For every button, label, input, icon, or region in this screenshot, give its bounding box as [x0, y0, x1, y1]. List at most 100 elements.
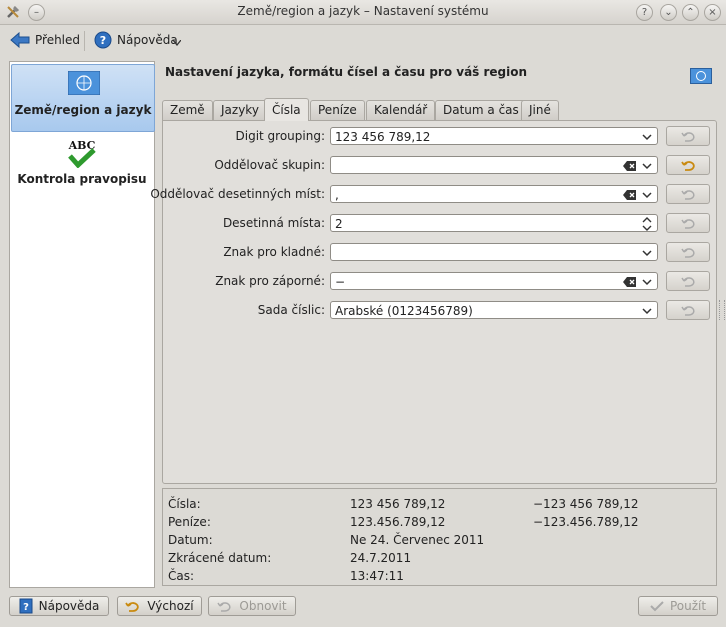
sidebar: Země/region a jazyk ABC Kontrola pravopi… — [9, 61, 155, 588]
apply-button-label: Použít — [669, 599, 707, 613]
chevron-down-icon — [642, 250, 652, 257]
chevron-down-icon — [642, 279, 652, 286]
apply-button[interactable]: Použít — [638, 596, 718, 616]
svg-text:?: ? — [100, 34, 106, 47]
undo-icon — [681, 219, 695, 229]
summary-positive: 13:47:11 — [350, 569, 404, 583]
summary-negative: −123 456 789,12 — [533, 497, 639, 511]
reset-positive-sign-button[interactable] — [666, 242, 710, 262]
svg-text:?: ? — [23, 602, 29, 613]
toolbar: Přehled ? Nápověda — [0, 25, 726, 55]
sidebar-item-region-language[interactable]: Země/region a jazyk — [11, 64, 155, 132]
undo-icon — [681, 248, 695, 258]
tab-money[interactable]: Peníze — [310, 100, 365, 120]
chevron-down-icon[interactable] — [173, 40, 181, 46]
negative-sign-value: − — [335, 275, 346, 289]
decimal-places-value: 2 — [335, 217, 343, 231]
reset-group-separator-button[interactable] — [666, 155, 710, 175]
undo-icon — [125, 601, 140, 612]
abc-check-icon: ABC — [68, 139, 96, 168]
minimize-button[interactable]: ⌄ — [660, 4, 677, 21]
reset-digit-grouping-button[interactable] — [666, 126, 710, 146]
decimal-separator-input[interactable]: , — [330, 185, 658, 203]
sidebar-item-label: Země/region a jazyk — [14, 103, 152, 117]
summary-positive: 24.7.2011 — [350, 551, 412, 565]
digit-set-value: Arabské (0123456789) — [335, 304, 473, 318]
decimal-places-spinbox[interactable]: 2 — [330, 214, 658, 232]
splitter-handle[interactable] — [719, 300, 725, 320]
tab-languages[interactable]: Jazyky — [213, 100, 267, 120]
help-button-label: Nápověda — [38, 599, 100, 613]
summary-negative: −123.456.789,12 — [533, 515, 639, 529]
page-title: Nastavení jazyka, formátu čísel a času p… — [165, 65, 528, 79]
reset-button[interactable]: Obnovit — [208, 596, 296, 616]
help-icon: ? — [94, 31, 112, 49]
un-flag-icon — [68, 71, 100, 95]
help-window-button[interactable]: ? — [636, 4, 653, 21]
digit-grouping-value: 123 456 789,12 — [335, 130, 431, 144]
window-title: Země/region a jazyk – Nastavení systému — [237, 4, 489, 18]
maximize-button[interactable]: ⌃ — [682, 4, 699, 21]
help-button[interactable]: ? Nápověda — [9, 596, 109, 616]
clear-text-icon[interactable] — [623, 189, 637, 201]
summary-positive: Ne 24. Červenec 2011 — [350, 533, 485, 547]
undo-icon — [217, 601, 231, 612]
group-separator-label: Oddělovač skupin: — [214, 158, 325, 172]
decimal-separator-label: Oddělovač desetinných míst: — [150, 187, 325, 201]
help-label: Nápověda — [117, 33, 178, 47]
defaults-button-label: Výchozí — [147, 599, 194, 613]
negative-sign-label: Znak pro záporné: — [215, 274, 325, 288]
toolbar-separator — [84, 31, 85, 51]
digit-grouping-select[interactable]: 123 456 789,12 — [330, 127, 658, 145]
negative-sign-input[interactable]: − — [330, 272, 658, 290]
summary-label: Peníze: — [168, 515, 211, 529]
tab-date-time[interactable]: Datum a čas — [435, 100, 527, 120]
clear-text-icon[interactable] — [623, 160, 637, 172]
undo-icon — [681, 190, 695, 200]
tab-calendar[interactable]: Kalendář — [366, 100, 436, 120]
undo-icon — [681, 277, 695, 287]
overview-button[interactable]: Přehled — [10, 29, 80, 51]
summary-label: Zkrácené datum: — [168, 551, 272, 565]
spin-arrows-icon[interactable] — [641, 217, 653, 231]
reset-button-label: Obnovit — [239, 599, 287, 613]
summary-label: Čísla: — [168, 497, 201, 511]
digit-set-label: Sada číslic: — [257, 303, 325, 317]
checkmark-icon — [650, 601, 664, 612]
back-arrow-icon — [10, 32, 30, 48]
chevron-down-icon — [642, 192, 652, 199]
chevron-down-icon — [642, 134, 652, 141]
tab-other[interactable]: Jiné — [521, 100, 559, 120]
summary-positive: 123 456 789,12 — [350, 497, 446, 511]
chevron-down-icon — [642, 163, 652, 170]
undo-icon — [681, 161, 695, 171]
reset-digit-set-button[interactable] — [666, 300, 710, 320]
decimal-separator-value: , — [335, 188, 339, 202]
undo-icon — [681, 306, 695, 316]
reset-decimal-places-button[interactable] — [666, 213, 710, 233]
un-flag-icon — [690, 68, 712, 84]
summary-label: Datum: — [168, 533, 213, 547]
help-menu-button[interactable]: ? Nápověda — [94, 29, 178, 51]
digit-grouping-label: Digit grouping: — [235, 129, 326, 143]
overview-label: Přehled — [35, 33, 81, 47]
digit-set-select[interactable]: Arabské (0123456789) — [330, 301, 658, 319]
help-book-icon: ? — [19, 598, 33, 614]
positive-sign-label: Znak pro kladné: — [223, 245, 325, 259]
decimal-places-label: Desetinná místa: — [222, 216, 325, 230]
summary-label: Čas: — [168, 569, 195, 583]
title-bar[interactable]: – Země/region a jazyk – Nastavení systém… — [0, 0, 726, 25]
group-separator-input[interactable] — [330, 156, 658, 174]
reset-decimal-separator-button[interactable] — [666, 184, 710, 204]
summary-positive: 123.456.789,12 — [350, 515, 446, 529]
positive-sign-select[interactable] — [330, 243, 658, 261]
tab-country[interactable]: Země — [162, 100, 213, 120]
chevron-down-icon — [642, 308, 652, 315]
defaults-button[interactable]: Výchozí — [117, 596, 202, 616]
sidebar-item-spellcheck[interactable]: ABC Kontrola pravopisu — [11, 136, 153, 186]
undo-icon — [681, 132, 695, 142]
clear-text-icon[interactable] — [623, 276, 637, 288]
tab-numbers[interactable]: Čísla — [264, 98, 309, 121]
reset-negative-sign-button[interactable] — [666, 271, 710, 291]
close-button[interactable]: × — [704, 4, 721, 21]
